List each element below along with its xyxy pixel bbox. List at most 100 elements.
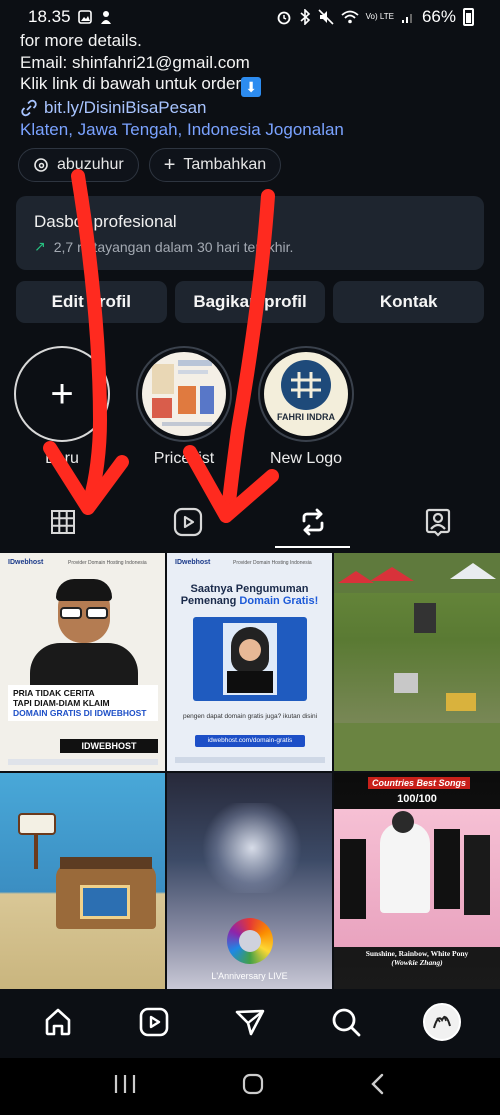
profile-chips: abuzuhur + Tambahkan (18, 148, 282, 182)
reels-icon (139, 1007, 169, 1037)
nav-search[interactable] (324, 1000, 368, 1044)
highlight-label: Baru (45, 450, 79, 467)
home-button-icon (242, 1073, 264, 1095)
wifi-icon (341, 10, 359, 24)
post-tagline: Provider Domain Hosting Indonesia (68, 560, 147, 566)
share-profile-button[interactable]: Bagikan profil (174, 281, 326, 323)
gallery-icon (77, 10, 92, 24)
bottom-nav (0, 990, 500, 1054)
bio-order-line: Klik link di bawah untuk order ⬇ (20, 73, 490, 97)
profile-actions: Edit profil Bagikan profil Kontak (16, 281, 485, 323)
post-thumbnail[interactable] (0, 773, 165, 989)
post-thumbnail[interactable]: L'Anniversary LIVE (167, 773, 332, 989)
home-icon (45, 1008, 71, 1036)
new-logo-text: FAHRI INDRA (277, 412, 335, 422)
nav-messages[interactable] (228, 1000, 272, 1044)
story-highlights: + Baru Price list FAHRI INDRA New Logo (14, 346, 354, 468)
status-bar: 18.35 Vo) LTE 66% (0, 0, 500, 34)
repost-icon (302, 508, 323, 536)
link-icon (21, 99, 37, 116)
post-caption: Sunshine, Rainbow, White Pony (Wowkie Zh… (365, 949, 469, 967)
performance-scene (334, 809, 500, 947)
trend-up-icon: ↗ (34, 238, 46, 254)
post-brand: IDwebhost (8, 559, 44, 566)
professional-dashboard-card[interactable]: Dasbor profesional ↗ 2,7 rb tayangan dal… (16, 196, 484, 270)
threads-handle: abuzuhur (57, 156, 124, 173)
post-header: Countries Best Songs (368, 777, 471, 789)
nav-home[interactable] (36, 1000, 80, 1044)
dashboard-stat: ↗ 2,7 rb tayangan dalam 30 hari terakhir… (34, 238, 294, 255)
alarm-icon (276, 9, 292, 25)
add-chip-label: Tambahkan (183, 156, 267, 173)
notification-app-icon (99, 9, 113, 25)
plus-icon: + (50, 371, 74, 416)
profile-bio: for more details. Email: shinfahri21@gma… (20, 30, 490, 140)
contact-button[interactable]: Kontak (333, 281, 485, 323)
post-social-bar (8, 759, 158, 765)
battery-percent: 66% (421, 7, 456, 26)
bio-link[interactable]: bit.ly/DisiniBisaPesan (20, 97, 490, 119)
back-icon (371, 1073, 384, 1095)
threads-chip[interactable]: abuzuhur (18, 148, 139, 182)
post-thumbnail[interactable]: Countries Best Songs 100/100 Sunshine, R… (334, 773, 500, 989)
tagged-person-icon (425, 508, 450, 537)
post-url: idwebhost.com/domain-gratis (195, 735, 305, 747)
mute-icon (318, 9, 334, 25)
system-nav-bar (0, 1058, 500, 1115)
bio-email[interactable]: Email: shinfahri21@gmail.com (20, 52, 490, 74)
post-thumbnail[interactable]: IDwebhost Provider Domain Hosting Indone… (0, 553, 165, 771)
highlight-new[interactable]: + Baru (14, 346, 110, 468)
highlight-ring (136, 346, 232, 442)
send-icon (235, 1009, 265, 1036)
post-caption: L'Anniversary LIVE (211, 971, 288, 981)
tab-posts-grid[interactable] (0, 496, 125, 548)
down-arrow-emoji-icon: ⬇ (241, 77, 262, 97)
bio-line: for more details. (20, 31, 142, 50)
post-grid: IDwebhost Provider Domain Hosting Indone… (0, 553, 500, 989)
threads-icon (34, 158, 48, 172)
post-thumbnail[interactable]: IDwebhost Provider Domain Hosting Indone… (167, 553, 332, 771)
dashboard-title: Dasbor profesional (34, 212, 177, 231)
bluetooth-icon (299, 9, 311, 25)
price-list-thumbnail (142, 352, 226, 436)
highlight-label: New Logo (269, 450, 343, 467)
tab-reels[interactable] (125, 496, 250, 548)
tab-reposts[interactable] (250, 496, 375, 548)
home-button[interactable] (241, 1072, 265, 1101)
bio-location[interactable]: Klaten, Jawa Tengah, Indonesia Jogonalan (20, 119, 490, 141)
grid-icon (50, 510, 75, 534)
post-brand: IDwebhost (175, 559, 211, 566)
new-logo-thumbnail: FAHRI INDRA (264, 352, 348, 436)
signal-icon (401, 10, 415, 24)
post-tagline: Provider Domain Hosting Indonesia (233, 560, 312, 566)
volte-icon: Vo) LTE (365, 12, 394, 21)
post-title: Saatnya Pengumuman Pemenang Domain Grati… (180, 583, 319, 607)
post-social-bar (175, 757, 325, 763)
battery-icon (463, 8, 474, 26)
highlight-ring: + (14, 346, 110, 442)
post-caption-box: PRIA TIDAK CERITA TAPI DIAM-DIAM KLAIM D… (8, 685, 158, 721)
post-footer: IDWEBHOST (60, 739, 158, 753)
highlight-new-logo[interactable]: FAHRI INDRA New Logo (258, 346, 354, 468)
highlight-ring: FAHRI INDRA (258, 346, 354, 442)
post-score: 100/100 (397, 793, 437, 805)
highlight-price-list[interactable]: Price list (136, 346, 232, 468)
person-photo (30, 577, 138, 703)
edit-profile-button[interactable]: Edit profil (16, 281, 167, 323)
post-question: pengen dapat domain gratis juga? ikutan … (182, 713, 318, 720)
search-icon (332, 1008, 361, 1037)
profile-tabs (0, 496, 500, 548)
window-illustration (193, 617, 307, 701)
nav-reels[interactable] (132, 1000, 176, 1044)
nav-profile[interactable] (420, 1000, 464, 1044)
reels-icon (173, 507, 202, 537)
post-thumbnail[interactable] (334, 553, 500, 771)
plus-icon: + (163, 154, 176, 176)
recent-apps-icon (114, 1075, 135, 1093)
clock: 18.35 (28, 7, 71, 26)
tab-tagged[interactable] (375, 496, 500, 548)
avatar (423, 1003, 461, 1041)
recent-apps-button[interactable] (112, 1073, 138, 1100)
add-chip[interactable]: + Tambahkan (148, 148, 282, 182)
back-button[interactable] (368, 1072, 388, 1101)
